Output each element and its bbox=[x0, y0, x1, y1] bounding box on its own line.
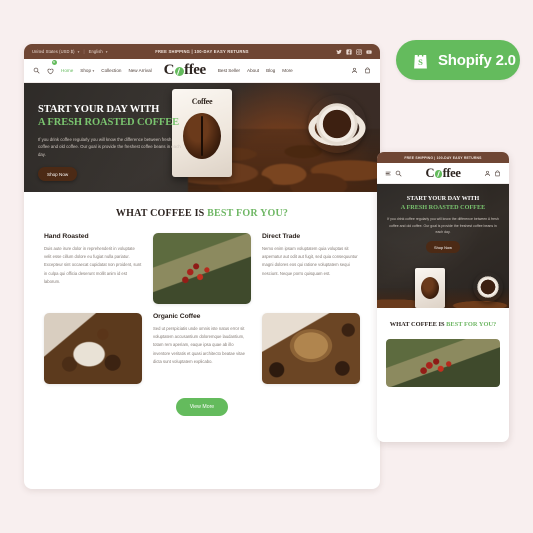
mobile-hero-title-line-1: START YOUR DAY WITH bbox=[406, 195, 480, 202]
site-logo[interactable]: C ffee bbox=[163, 62, 207, 79]
twitter-icon[interactable] bbox=[336, 49, 342, 55]
hero-coffee-cup-image bbox=[308, 95, 366, 153]
mobile-site-logo[interactable]: C ffee bbox=[426, 166, 461, 181]
youtube-icon[interactable] bbox=[366, 49, 372, 55]
country-selector[interactable]: United States (USD $) ▾ bbox=[32, 49, 79, 54]
mobile-hero-paragraph: If you drink coffee regularly you will k… bbox=[387, 217, 499, 234]
package-logo-text: Coffee bbox=[191, 97, 213, 106]
mobile-navbar: C ffee bbox=[377, 163, 509, 184]
hero-shop-now-button[interactable]: Shop Now bbox=[38, 167, 78, 182]
feature-direct-trade: Direct Trade Nemo enim ipsam voluptatem … bbox=[262, 233, 360, 304]
hero-title-line-2: A FRESH ROASTED COFFEE bbox=[38, 117, 180, 129]
social-links bbox=[336, 48, 372, 55]
account-icon[interactable] bbox=[351, 67, 358, 74]
logo-text-c: C bbox=[163, 62, 175, 78]
search-icon[interactable] bbox=[395, 170, 402, 177]
navbar-actions bbox=[351, 67, 371, 74]
hamburger-menu-icon[interactable] bbox=[385, 170, 392, 177]
mobile-features-section: WHAT COFFEE IS BEST FOR YOU? bbox=[377, 308, 509, 388]
nav-link-about[interactable]: About bbox=[247, 68, 259, 73]
country-label: United States (USD $) bbox=[32, 49, 75, 54]
coffee-cherries-harvest-image bbox=[153, 233, 251, 304]
nav-link-blog[interactable]: Blog bbox=[266, 68, 275, 73]
wishlist-count-badge: 0 bbox=[51, 59, 57, 65]
coffee-bean-logo-icon bbox=[434, 170, 443, 178]
search-icon[interactable] bbox=[33, 67, 40, 74]
hand-holding-coffee-beans-image bbox=[44, 313, 142, 384]
mobile-promo-banner: FREE SHIPPING | 100-DAY EASY RETURNS bbox=[377, 152, 509, 163]
cart-icon[interactable] bbox=[364, 67, 371, 74]
section-title-green: BEST FOR YOU? bbox=[207, 208, 289, 219]
mobile-section-title: WHAT COFFEE IS BEST FOR YOU? bbox=[386, 320, 500, 329]
hero-title: START YOUR DAY WITH A FRESH ROASTED COFF… bbox=[38, 103, 188, 130]
nav-link-collection[interactable]: Collection bbox=[101, 68, 121, 73]
nav-link-home[interactable]: Home bbox=[61, 68, 73, 73]
nav-link-more[interactable]: More bbox=[282, 68, 292, 73]
mobile-hero-banner: START YOUR DAY WITH A FRESH ROASTED COFF… bbox=[377, 184, 509, 308]
desktop-preview-card: United States (USD $) ▾ | English ▾ FREE… bbox=[24, 44, 380, 489]
feature-title: Hand Roasted bbox=[44, 233, 89, 240]
desktop-topbar: United States (USD $) ▾ | English ▾ FREE… bbox=[24, 44, 380, 59]
nav-link-shop[interactable]: Shop ▾ bbox=[80, 68, 94, 73]
mobile-section-title-green: BEST FOR YOU? bbox=[446, 321, 497, 328]
shopify-bag-icon: S bbox=[414, 51, 427, 69]
hero-title-line-1: START YOUR DAY WITH bbox=[38, 104, 160, 115]
mobile-shop-now-button[interactable]: Shop Now bbox=[426, 241, 460, 254]
shopify-2-badge: S Shopify 2.0 bbox=[396, 40, 520, 80]
cart-icon[interactable] bbox=[494, 169, 501, 177]
desktop-features-section: WHAT COFFEE IS BEST FOR YOU? Hand Roaste… bbox=[24, 192, 380, 416]
chevron-down-icon: ▾ bbox=[77, 49, 80, 54]
feature-text: Sed ut perspiciatis unde omnis iste natu… bbox=[153, 326, 245, 364]
view-more-wrapper: View More bbox=[44, 395, 360, 416]
nav-link-shop-label: Shop bbox=[80, 68, 91, 73]
facebook-icon[interactable] bbox=[346, 48, 352, 55]
desktop-navbar: 0 Home Shop ▾ Collection New Arrival C f… bbox=[24, 59, 380, 83]
mobile-hero-artwork bbox=[377, 264, 509, 308]
hero-content: START YOUR DAY WITH A FRESH ROASTED COFF… bbox=[38, 103, 188, 182]
ground-coffee-bowl-image bbox=[262, 313, 360, 384]
mobile-section-title-dark: WHAT COFFEE IS bbox=[389, 321, 445, 328]
section-title: WHAT COFFEE IS BEST FOR YOU? bbox=[44, 208, 360, 219]
package-bean-graphic bbox=[421, 277, 439, 299]
nav-link-best-seller[interactable]: Best Seller bbox=[218, 68, 240, 73]
desktop-hero-banner: Coffee START YOUR DAY WITH A FRESH ROAST… bbox=[24, 83, 380, 192]
hero-coffee-cup-image bbox=[473, 272, 503, 302]
logo-text-c: C bbox=[425, 165, 435, 180]
feature-organic-coffee: Organic Coffee Sed ut perspiciatis unde … bbox=[153, 313, 251, 384]
instagram-icon[interactable] bbox=[356, 48, 362, 55]
wishlist-button[interactable]: 0 bbox=[47, 59, 57, 80]
feature-text: Duis aute irure dolor in reprehenderit i… bbox=[44, 246, 142, 284]
shopify-badge-label: Shopify 2.0 bbox=[438, 51, 516, 69]
chevron-down-icon: ▾ bbox=[105, 49, 108, 54]
svg-text:S: S bbox=[418, 57, 423, 67]
account-icon[interactable] bbox=[484, 170, 491, 177]
hero-paragraph: If you drink coffee regularly you will k… bbox=[38, 136, 181, 157]
section-title-dark: WHAT COFFEE IS bbox=[115, 208, 205, 219]
mobile-preview-card: FREE SHIPPING | 100-DAY EASY RETURNS C f… bbox=[377, 152, 509, 442]
nav-link-new-arrival[interactable]: New Arrival bbox=[128, 68, 151, 73]
logo-text-ffee: ffee bbox=[442, 165, 461, 180]
feature-text: Nemo enim ipsam voluptatem quia voluptas… bbox=[262, 246, 358, 276]
mobile-hero-title: START YOUR DAY WITH A FRESH ROASTED COFF… bbox=[386, 195, 500, 212]
logo-text-ffee: ffee bbox=[184, 62, 206, 78]
language-label: English bbox=[88, 49, 103, 54]
mobile-hero-content: START YOUR DAY WITH A FRESH ROASTED COFF… bbox=[377, 184, 509, 254]
chevron-down-icon: ▾ bbox=[92, 68, 95, 73]
feature-title: Organic Coffee bbox=[153, 313, 201, 320]
coffee-cherries-harvest-image bbox=[386, 339, 500, 388]
features-grid: Hand Roasted Duis aute irure dolor in re… bbox=[44, 233, 360, 384]
heart-icon bbox=[47, 68, 54, 74]
feature-hand-roasted: Hand Roasted Duis aute irure dolor in re… bbox=[44, 233, 142, 304]
language-selector[interactable]: English ▾ bbox=[89, 49, 108, 54]
package-bean-graphic bbox=[183, 113, 221, 159]
view-more-button[interactable]: View More bbox=[175, 398, 229, 416]
mobile-hero-title-line-2: A FRESH ROASTED COFFEE bbox=[400, 203, 486, 211]
coffee-bean-logo-icon bbox=[174, 67, 184, 76]
feature-title: Direct Trade bbox=[262, 233, 301, 240]
topbar-divider: | bbox=[83, 49, 85, 54]
hero-coffee-package-image bbox=[415, 268, 445, 308]
